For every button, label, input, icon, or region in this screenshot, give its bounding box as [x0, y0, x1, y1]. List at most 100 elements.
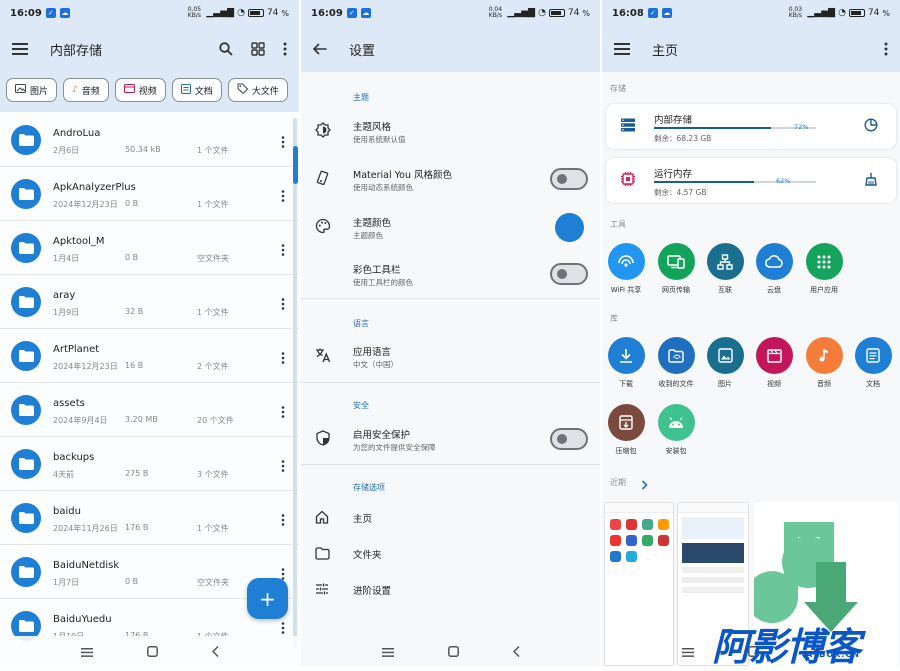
signal-icon: ▁▃▅▇	[206, 8, 235, 18]
list-item[interactable]: ArtPlanet 2024年12月23日 16 B 2 个文件	[0, 329, 299, 383]
status-time: 16:09	[10, 7, 42, 19]
section-label-tools: 工具	[610, 220, 626, 229]
status-right: 0.03 KB/s ▁▃▅▇ ◔ 74%	[786, 7, 890, 19]
setting-title: 进阶设置	[353, 586, 392, 597]
more-vert-icon[interactable]	[281, 349, 285, 368]
theme-color-swatch[interactable]	[555, 213, 584, 242]
folder-icon	[11, 448, 41, 479]
security-toggle[interactable]	[550, 428, 588, 450]
setting-app-language[interactable]: 应用语言 中文（中国）	[301, 333, 600, 381]
file-size: 50.34 kB	[125, 145, 161, 154]
apps-icon	[805, 243, 843, 280]
list-item[interactable]: ApkAnalyzerPlus 2024年12月23日 0 B 1 个文件	[0, 167, 299, 221]
file-size: 176 B	[125, 523, 149, 532]
menu-icon[interactable]	[12, 43, 28, 55]
tool-web-transfer[interactable]: 网页传输	[652, 243, 700, 295]
setting-theme-style[interactable]: 主题风格 使用系统默认值	[301, 108, 600, 156]
library-received-files[interactable]: 收到的文件	[652, 337, 700, 389]
tool-cloud[interactable]: 云盘	[750, 243, 798, 295]
library-downloads[interactable]: 下载	[602, 337, 650, 389]
back-nav-icon[interactable]	[211, 642, 219, 661]
grid-view-icon[interactable]	[251, 42, 265, 56]
file-name: backups	[53, 452, 95, 463]
section-header-theme: 主题	[353, 93, 369, 102]
chip-large-files[interactable]: 大文件	[227, 78, 288, 102]
more-vert-icon[interactable]	[281, 295, 285, 314]
file-name: BaiduYuedu	[53, 614, 112, 625]
home-nav-icon[interactable]	[146, 642, 158, 661]
chevron-right-icon[interactable]	[641, 475, 648, 494]
back-nav-icon[interactable]	[512, 642, 520, 661]
library-documents[interactable]: 文档	[849, 337, 897, 389]
library-apks[interactable]: 安装包	[652, 404, 700, 456]
list-item[interactable]: assets 2024年9月4日 3.20 MB 20 个文件	[0, 383, 299, 437]
add-fab-button[interactable]: +	[247, 578, 288, 619]
setting-title: 主题颜色	[353, 218, 392, 229]
setting-security-protect[interactable]: 启用安全保护 为您的文件提供安全保障	[301, 416, 600, 464]
setting-material-you[interactable]: Material You 风格颜色 使用动态系统颜色	[301, 156, 600, 204]
recents-nav-icon[interactable]	[682, 642, 694, 661]
category-chips: 图片 ♪ 音频 视频 文档 大文件	[0, 72, 299, 112]
internal-storage-card[interactable]: 内部存储 72% 剩余：68.23 GB	[606, 104, 896, 149]
list-item[interactable]: Apktool_M 1月4日 0 B 空文件夹	[0, 221, 299, 275]
library-archives[interactable]: 压缩包	[602, 404, 650, 456]
broom-clean-icon[interactable]	[864, 171, 878, 190]
more-vert-icon[interactable]	[281, 511, 285, 530]
more-vert-icon[interactable]	[281, 187, 285, 206]
section-header-security: 安全	[353, 401, 369, 410]
file-date: 4天前	[53, 470, 75, 479]
battery-icon	[548, 9, 565, 17]
card-title: 运行内存	[654, 169, 693, 180]
chip-documents[interactable]: 文档	[171, 78, 222, 102]
more-vert-icon[interactable]	[281, 403, 285, 422]
wifi-icon: ◔	[237, 8, 245, 18]
menu-icon[interactable]	[614, 43, 630, 55]
settings-screen: 16:09 ✓ ☁ 0.04 KB/s ▁▃▅▇ ◔ 74% 设置 主题 主题风…	[301, 0, 600, 666]
tile-label: 图片	[718, 380, 732, 388]
list-item[interactable]: backups 4天前 275 B 3 个文件	[0, 437, 299, 491]
list-item[interactable]: baidu 2024年11月26日 176 B 1 个文件	[0, 491, 299, 545]
list-item[interactable]: aray 1月9日 32 B 1 个文件	[0, 275, 299, 329]
tile-label: 文档	[866, 380, 880, 388]
percent-sign: %	[281, 8, 289, 18]
scrollbar-track[interactable]	[293, 118, 297, 648]
library-videos[interactable]: 视频	[750, 337, 798, 389]
more-vert-icon[interactable]	[281, 241, 285, 260]
file-date: 2024年12月23日	[53, 362, 118, 371]
back-arrow-icon[interactable]	[313, 43, 327, 55]
more-vert-icon[interactable]	[281, 457, 285, 476]
search-icon[interactable]	[219, 42, 233, 56]
home-nav-icon[interactable]	[447, 642, 459, 661]
setting-title: 文件夹	[353, 550, 382, 561]
status-time: 16:09	[311, 7, 343, 19]
library-audio[interactable]: 音频	[800, 337, 848, 389]
more-vert-icon[interactable]	[283, 42, 287, 56]
material-you-toggle[interactable]	[550, 168, 588, 190]
recents-nav-icon[interactable]	[80, 642, 93, 661]
color-toolbar-toggle[interactable]	[550, 263, 588, 285]
tool-connect[interactable]: 互联	[701, 243, 749, 295]
palette-icon	[315, 218, 331, 238]
section-divider	[301, 298, 600, 299]
setting-theme-color[interactable]: 主题颜色 主题颜色	[301, 204, 600, 252]
chip-video[interactable]: 视频	[114, 78, 166, 102]
pie-chart-icon[interactable]	[864, 117, 878, 136]
more-vert-icon[interactable]	[281, 133, 285, 152]
chip-audio[interactable]: ♪ 音频	[63, 78, 109, 102]
folder-icon	[11, 286, 41, 317]
more-vert-icon[interactable]	[884, 42, 888, 56]
scrollbar-thumb[interactable]	[293, 146, 298, 184]
ram-card[interactable]: 运行内存 62% 剩余：4.57 GB	[606, 158, 896, 203]
list-item[interactable]: AndroLua 2月6日 50.34 kB 1 个文件	[0, 113, 299, 167]
file-date: 2月6日	[53, 146, 80, 155]
chip-images[interactable]: 图片	[6, 78, 58, 102]
tile-label: 收到的文件	[658, 380, 694, 388]
tool-user-apps[interactable]: 用户应用	[800, 243, 848, 295]
top-app-bar: 内部存储	[0, 26, 299, 72]
setting-advanced[interactable]: 进阶设置	[301, 567, 600, 609]
recents-nav-icon[interactable]	[381, 642, 394, 661]
library-images[interactable]: 图片	[701, 337, 749, 389]
setting-color-toolbar[interactable]: 彩色工具栏 使用工具栏的颜色	[301, 251, 600, 299]
home-icon	[315, 509, 329, 528]
tool-wifi-share[interactable]: WiFi 共享	[602, 243, 650, 295]
